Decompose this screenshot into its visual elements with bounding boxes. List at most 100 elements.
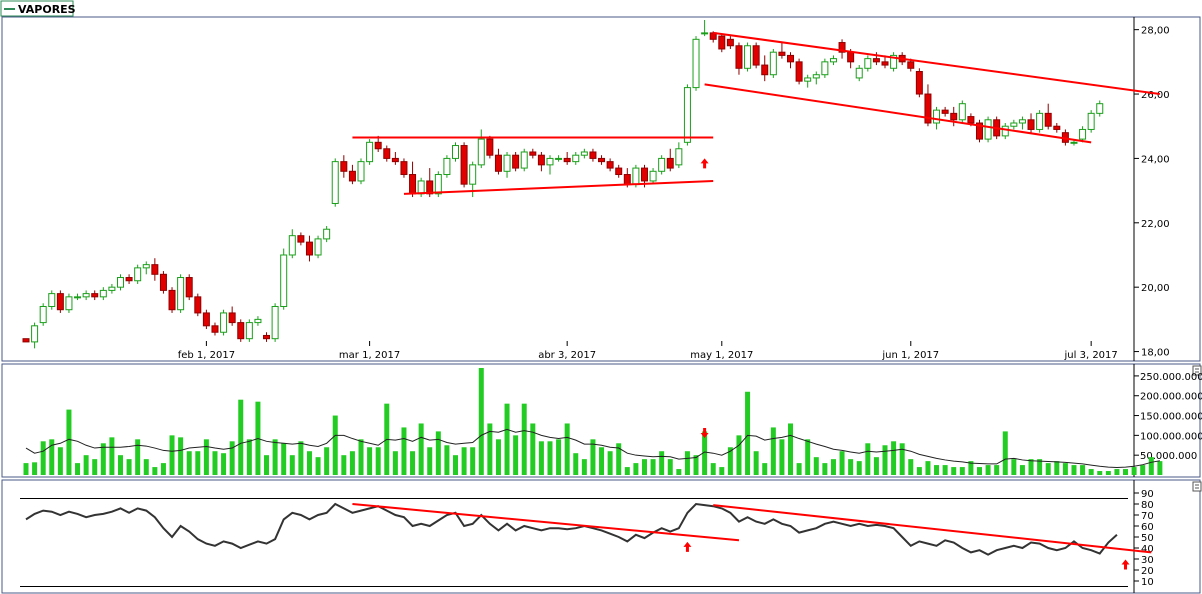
volume-bar: [796, 463, 802, 475]
candle-body: [297, 235, 305, 243]
volume-bar: [461, 447, 467, 475]
volume-bar: [976, 467, 982, 475]
candle-body: [443, 157, 451, 176]
candle-body: [572, 154, 580, 163]
volume-bar: [186, 451, 192, 475]
candle-body: [331, 161, 339, 204]
candle-body: [220, 312, 228, 333]
candle-body: [941, 109, 949, 114]
volume-bar: [495, 439, 501, 475]
candle-body: [537, 154, 545, 166]
volume-axis-tick-label: 250.000.000: [1140, 372, 1202, 383]
volume-bar: [805, 439, 811, 475]
candle-body: [108, 286, 116, 291]
volume-bar: [530, 423, 536, 475]
candle-body: [168, 289, 176, 311]
candle-body: [1096, 103, 1104, 114]
volume-bar: [891, 441, 897, 475]
candle-body: [1070, 141, 1078, 144]
candle: [915, 68, 923, 98]
oscillator-axis-tick-label: 20: [1141, 566, 1154, 577]
candle-body: [151, 264, 159, 275]
candle: [520, 148, 528, 172]
candle-body: [314, 238, 322, 256]
candle-body: [1044, 112, 1052, 127]
candle-body: [271, 305, 279, 340]
candle-body: [872, 58, 880, 63]
volume-bar: [470, 447, 476, 475]
candle: [795, 58, 803, 85]
volume-axis-tick-label: 150.000.000: [1140, 412, 1202, 423]
price-axis-tick-label: 22,00: [1141, 219, 1170, 230]
candle-body: [39, 305, 47, 324]
volume-bar: [160, 463, 166, 475]
volume-bar: [1157, 461, 1163, 475]
volume-bar: [152, 467, 158, 475]
volume-bar: [1011, 459, 1017, 475]
candle-body: [744, 45, 752, 69]
volume-bar: [281, 443, 287, 475]
candle-body: [1010, 122, 1018, 127]
oscillator-axis-tick-label: 50: [1141, 533, 1154, 544]
candle-body: [82, 293, 90, 298]
candle-body: [400, 161, 408, 176]
candle: [314, 235, 322, 259]
candle-body: [632, 167, 640, 185]
volume-bar: [822, 463, 828, 475]
volume-bar: [1148, 457, 1154, 475]
volume-axis-tick-label: 100.000.000: [1140, 431, 1202, 442]
candle-body: [366, 141, 374, 163]
volume-bar: [1140, 465, 1146, 475]
candle-body: [615, 167, 623, 176]
volume-bar: [650, 459, 656, 475]
candle: [39, 303, 47, 326]
volume-bar: [203, 439, 209, 475]
candle: [400, 158, 408, 178]
candle-body: [589, 151, 597, 159]
volume-bar: [40, 441, 46, 475]
volume-bar: [908, 459, 914, 475]
candle-body: [752, 45, 760, 66]
candle-body: [340, 161, 348, 172]
candle-body: [718, 35, 726, 50]
candle-body: [915, 71, 923, 95]
candle-body: [1053, 125, 1061, 130]
candle: [65, 293, 73, 313]
candle: [48, 290, 56, 310]
volume-bar: [504, 403, 510, 475]
volume-axis-tick-label: 50.000.000: [1140, 451, 1197, 462]
volume-axis-tick-label: 200.000.000: [1140, 392, 1202, 403]
candle: [177, 274, 185, 313]
candle-body: [821, 61, 829, 76]
candle-body: [245, 322, 253, 340]
candle-body: [778, 51, 786, 56]
volume-bar: [573, 453, 579, 475]
candle-body: [263, 334, 271, 340]
volume-bar: [453, 455, 458, 475]
volume-bar: [109, 437, 115, 475]
oscillator-panel-handle[interactable]: [1192, 481, 1202, 492]
candle: [744, 42, 752, 72]
volume-bar: [676, 469, 682, 475]
candle: [134, 264, 142, 284]
date-axis-tick-label: jun 1, 2017: [881, 350, 939, 361]
volume-bar: [229, 441, 235, 475]
candle-body: [907, 61, 915, 69]
volume-bar: [401, 427, 407, 475]
candle: [357, 158, 365, 185]
volume-bar: [135, 439, 141, 475]
candle-body: [409, 174, 417, 195]
oscillator-panel-frame: [1, 479, 1201, 594]
volume-bar: [100, 443, 106, 475]
candle-body: [804, 77, 812, 82]
volume-bar: [298, 441, 304, 475]
volume-bar: [839, 451, 845, 475]
volume-bar: [942, 465, 948, 475]
volume-bar: [375, 447, 381, 475]
candle-body: [529, 151, 537, 156]
volume-bar: [324, 447, 330, 475]
candle-body: [769, 51, 777, 76]
volume-bar: [745, 391, 751, 475]
legend[interactable]: VAPORES: [0, 0, 76, 17]
candle-body: [598, 157, 606, 163]
